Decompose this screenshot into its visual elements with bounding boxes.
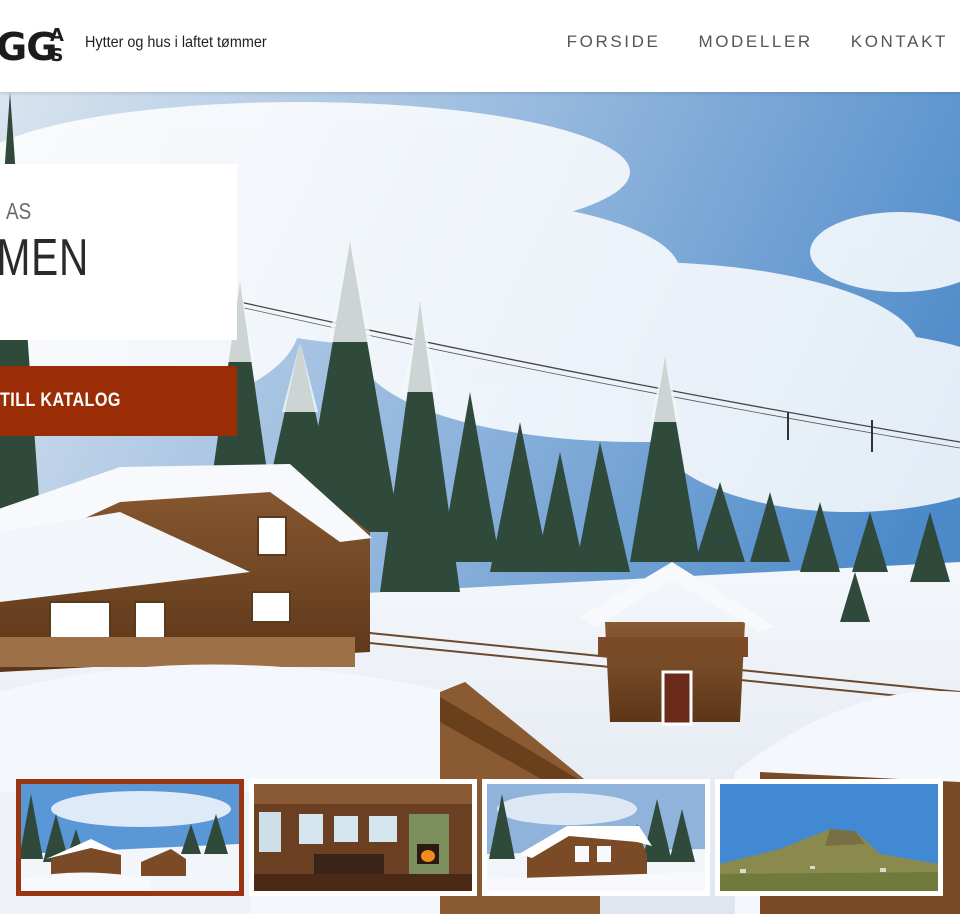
- nav-kontakt[interactable]: KONTAKT: [851, 32, 948, 52]
- logo-text: GG: [0, 25, 57, 69]
- logo-suffix-s: S: [50, 45, 64, 66]
- nav-modeller[interactable]: MODELLER: [698, 32, 812, 52]
- thumbnail-snowy-cabin[interactable]: [482, 779, 710, 896]
- hero-subtitle: AS: [6, 198, 32, 224]
- site-header: GG A S Hytter og hus i laftet tømmer FOR…: [0, 0, 960, 92]
- thumbnail-mountain-summer[interactable]: [715, 779, 943, 896]
- logo-suffix-a: A: [50, 25, 64, 46]
- thumbnail-image: [21, 784, 239, 891]
- thumbnail-strip: [0, 779, 960, 897]
- order-catalog-button[interactable]: TILL KATALOG: [0, 366, 237, 436]
- thumbnail-image: [254, 784, 472, 891]
- hero-title: MMEN: [0, 229, 90, 287]
- hero-title-card: AS MMEN: [0, 164, 237, 340]
- logo-suffix: A S: [50, 26, 64, 66]
- main-nav: FORSIDE MODELLER KONTAKT: [529, 32, 948, 52]
- thumbnail-cabin-interior[interactable]: [249, 779, 477, 896]
- thumbnail-image: [487, 784, 705, 891]
- thumbnail-image: [720, 784, 938, 891]
- thumbnail-winter-cabins[interactable]: [16, 779, 244, 896]
- tagline: Hytter og hus i laftet tømmer: [85, 34, 267, 51]
- order-catalog-label: TILL KATALOG: [0, 390, 121, 411]
- nav-forside[interactable]: FORSIDE: [567, 32, 661, 52]
